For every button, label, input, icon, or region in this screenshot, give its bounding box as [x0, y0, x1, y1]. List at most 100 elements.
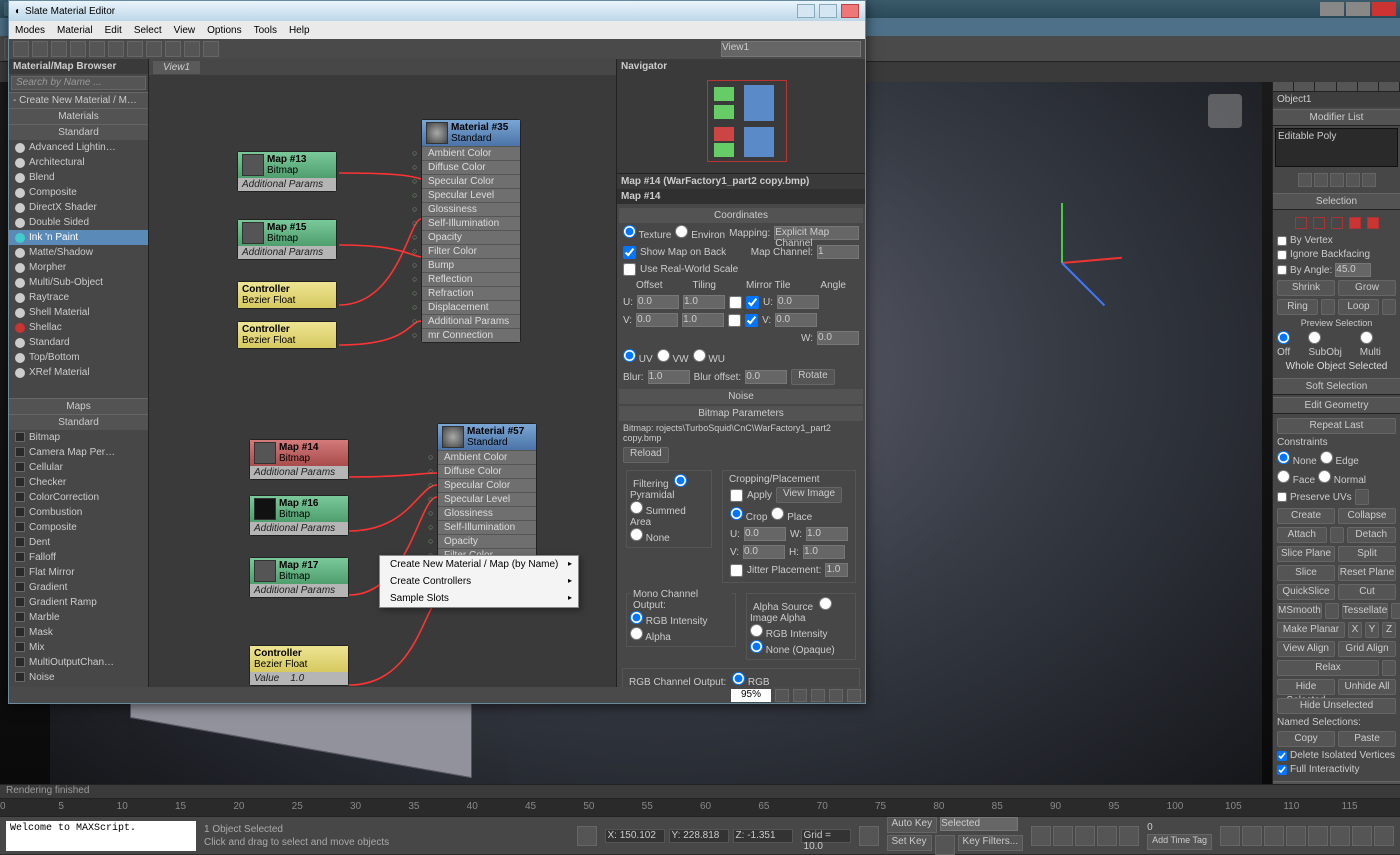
preview-multi-radio[interactable] [1360, 331, 1373, 344]
material-slot[interactable]: Self-Illumination [438, 520, 536, 534]
display-tab[interactable] [1358, 82, 1379, 91]
slate-tool-icon[interactable] [70, 41, 86, 57]
slate-title-bar[interactable]: ◐ Slate Material Editor [9, 1, 865, 21]
key-icon[interactable] [935, 835, 955, 855]
create-button[interactable]: Create [1277, 508, 1335, 524]
node-map14[interactable]: Map #14Bitmap Additional Params [249, 439, 349, 480]
canvas-tab-view1[interactable]: View1 [153, 61, 200, 74]
motion-tab[interactable] [1337, 82, 1358, 91]
goto-end-icon[interactable] [1119, 826, 1139, 846]
slate-menu-tools[interactable]: Tools [254, 25, 277, 36]
relax-button[interactable]: Relax [1277, 660, 1379, 676]
delete-iso-check[interactable] [1277, 751, 1287, 761]
alpha-image[interactable] [819, 597, 832, 610]
tessellate-button[interactable]: Tessellate [1342, 603, 1388, 619]
map-item[interactable]: Mix [9, 640, 148, 655]
standard-category[interactable]: Standard [9, 124, 148, 140]
create-tab[interactable] [1273, 82, 1294, 91]
map-item[interactable]: Composite [9, 520, 148, 535]
hide-selected-button[interactable]: Hide Selected [1277, 679, 1335, 695]
material-slot[interactable]: Filter Color [422, 244, 520, 258]
constraint-edge[interactable] [1320, 451, 1333, 464]
add-time-tag-button[interactable]: Add Time Tag [1147, 834, 1212, 850]
ctx-create-controllers[interactable]: Create Controllers [380, 573, 578, 590]
slate-view-combo[interactable]: View1 [721, 41, 861, 57]
material-slot[interactable]: Diffuse Color [438, 464, 536, 478]
material-item[interactable]: Top/Bottom [9, 350, 148, 365]
map-item[interactable]: Falloff [9, 550, 148, 565]
material-slot[interactable]: Reflection [422, 272, 520, 286]
map-item[interactable]: Checker [9, 475, 148, 490]
material-slot[interactable]: Displacement [422, 300, 520, 314]
constraint-none[interactable] [1277, 451, 1290, 464]
map-item[interactable]: Dent [9, 535, 148, 550]
map-item[interactable]: Gradient [9, 580, 148, 595]
node-material35[interactable]: Material #35Standard Ambient ColorDiffus… [421, 119, 521, 343]
close-button[interactable] [1372, 2, 1396, 16]
preview-off-radio[interactable] [1277, 331, 1290, 344]
material-item[interactable]: Shell Material [9, 305, 148, 320]
material-item[interactable]: Ink 'n Paint [9, 230, 148, 245]
material-slot[interactable]: Ambient Color [422, 146, 520, 160]
material-item[interactable]: Advanced Lightin… [9, 140, 148, 155]
material-slot[interactable]: Opacity [422, 230, 520, 244]
node-controller2[interactable]: ControllerBezier Float [237, 321, 337, 349]
hierarchy-tab[interactable] [1315, 82, 1336, 91]
maximize-button[interactable] [1346, 2, 1370, 16]
map-item[interactable]: ColorCorrection [9, 490, 148, 505]
reload-button[interactable]: Reload [623, 447, 669, 463]
selection-rollout-head[interactable]: Selection [1273, 193, 1400, 210]
timeline-ruler[interactable]: 0510152025303540455055606570758085909510… [0, 799, 1400, 816]
zoom-region-icon[interactable] [829, 689, 843, 702]
detach-button[interactable]: Detach [1347, 527, 1397, 543]
loop-spin[interactable] [1382, 299, 1396, 315]
pin-stack-icon[interactable] [1298, 173, 1312, 187]
map-channel-spinner[interactable]: 1 [817, 245, 859, 259]
zoom-combo[interactable]: 95% [731, 689, 771, 702]
rgb-rgb[interactable] [732, 672, 745, 685]
planar-y[interactable]: Y [1365, 622, 1379, 638]
maxscript-listener[interactable]: Welcome to MAXScript. [6, 821, 196, 851]
texture-radio[interactable] [623, 225, 636, 238]
preserve-uvs-settings[interactable] [1355, 489, 1369, 505]
material-item[interactable]: Double Sided [9, 215, 148, 230]
map-item[interactable]: Cellular [9, 460, 148, 475]
configure-sets-icon[interactable] [1362, 173, 1376, 187]
map-item[interactable]: Camera Map Per… [9, 445, 148, 460]
mapping-combo[interactable]: Explicit Map Channel [774, 226, 859, 240]
slate-tool-icon[interactable] [32, 41, 48, 57]
slate-tool-icon[interactable] [51, 41, 67, 57]
subobject-selector[interactable] [1277, 217, 1396, 229]
uv-radio[interactable] [623, 349, 636, 362]
next-frame-icon[interactable] [1097, 826, 1117, 846]
coord-y[interactable]: Y: 228.818 [669, 829, 729, 843]
maps-category[interactable]: Maps [9, 398, 148, 414]
standard-maps-category[interactable]: Standard [9, 414, 148, 430]
place-radio[interactable] [771, 507, 784, 520]
material-item[interactable]: Multi/Sub-Object [9, 275, 148, 290]
softsel-rollout-head[interactable]: Soft Selection [1273, 378, 1400, 395]
show-end-result-icon[interactable] [1314, 173, 1328, 187]
map-item[interactable]: Gradient Ramp [9, 595, 148, 610]
map-item[interactable]: Marble [9, 610, 148, 625]
map-item[interactable]: Mask [9, 625, 148, 640]
material-slot[interactable]: Ambient Color [438, 450, 536, 464]
slate-menu-view[interactable]: View [174, 25, 196, 36]
slice-button[interactable]: Slice [1277, 565, 1335, 581]
rotate-button[interactable]: Rotate [791, 369, 834, 385]
viewport-nav-icon[interactable] [1286, 826, 1306, 846]
u-tile[interactable]: 1.0 [683, 295, 725, 309]
slate-tool-icon[interactable] [89, 41, 105, 57]
quickslice-button[interactable]: QuickSlice [1277, 584, 1335, 600]
slate-menu-modes[interactable]: Modes [15, 25, 45, 36]
timeline[interactable]: 0 / 100 05101520253035404550556065707580… [0, 798, 1400, 816]
node-map13[interactable]: Map #13Bitmap Additional Params [237, 151, 337, 192]
modify-tab[interactable] [1294, 82, 1315, 91]
slate-menu-select[interactable]: Select [134, 25, 162, 36]
view-image-button[interactable]: View Image [776, 487, 842, 503]
create-new-material-item[interactable]: - Create New Material / M… [9, 92, 148, 108]
navigator-panel[interactable] [617, 74, 865, 174]
node-map16[interactable]: Map #16Bitmap Additional Params [249, 495, 349, 536]
viewport-nav-icon[interactable] [1264, 826, 1284, 846]
shrink-button[interactable]: Shrink [1277, 280, 1335, 296]
